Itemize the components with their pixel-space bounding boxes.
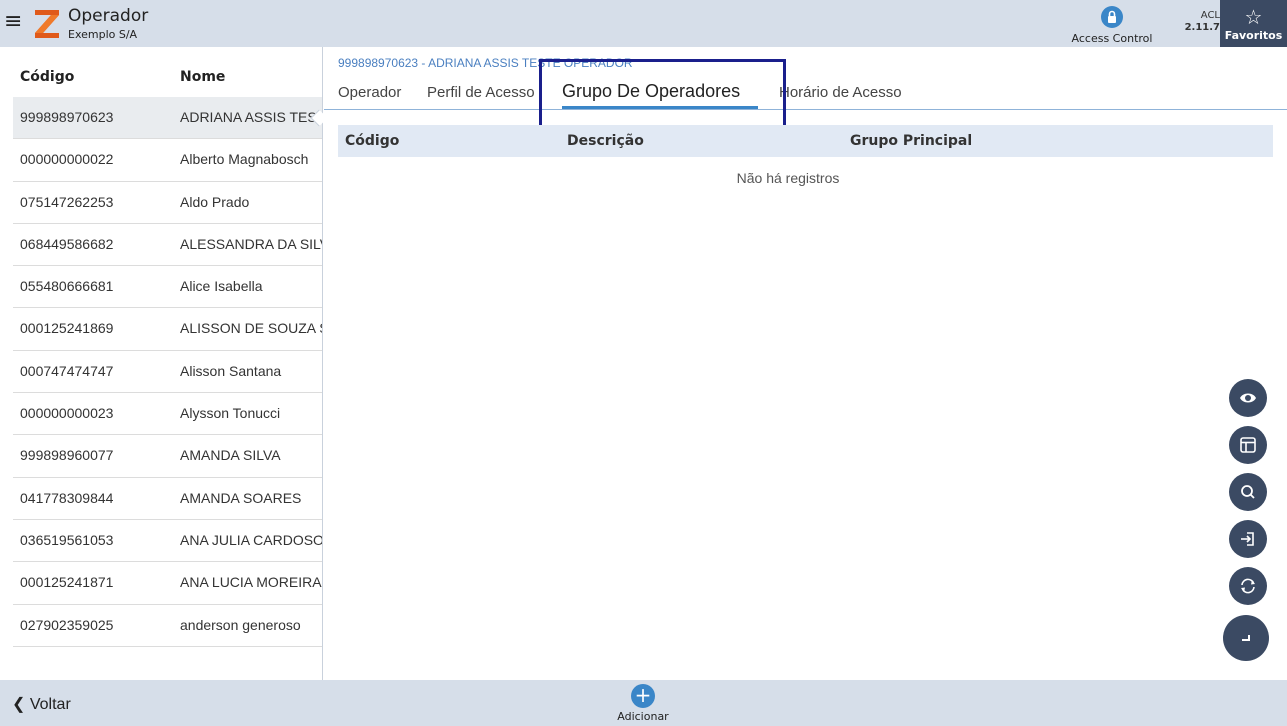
company-name: Exemplo S/A <box>68 28 138 41</box>
item-code: 036519561053 <box>20 531 114 548</box>
lock-icon <box>1101 6 1123 28</box>
item-code: 000747474747 <box>20 362 114 379</box>
list-item[interactable]: 000747474747 Alisson Santana <box>13 351 322 394</box>
corner-icon <box>1242 635 1250 641</box>
item-code: 999898960077 <box>20 447 114 464</box>
layout-button[interactable] <box>1229 426 1267 464</box>
item-name: Alice Isabella <box>180 278 263 295</box>
column-header-name[interactable]: Nome <box>180 69 225 85</box>
item-code: 000125241869 <box>20 320 114 337</box>
item-name: Alisson Santana <box>180 362 282 379</box>
back-button[interactable]: ❮ Voltar <box>12 694 71 714</box>
item-name: ALISSON DE SOUZA SANTOS <box>180 320 322 337</box>
item-name: AMANDA SOARES <box>180 489 302 506</box>
list-header: Código Nome <box>0 57 322 97</box>
list-item[interactable]: 041778309844 AMANDA SOARES <box>13 478 322 520</box>
empty-message: Não há registros <box>736 170 840 186</box>
list-item[interactable]: 068449586682 ALESSANDRA DA SILVA <box>13 224 323 267</box>
refresh-icon <box>1241 578 1255 594</box>
back-label: Voltar <box>29 696 71 713</box>
access-control-label: Access Control <box>1071 32 1153 45</box>
hamburger-menu-icon[interactable]: ≡ <box>4 11 22 33</box>
list-item[interactable]: 075147262253 Aldo Prado <box>13 182 322 224</box>
list-item[interactable]: 999898960077 AMANDA SILVA <box>13 435 322 478</box>
item-name: AMANDA SILVA <box>180 447 281 464</box>
list-item[interactable]: 999898970623 ADRIANA ASSIS TESTE OPERADOR <box>13 97 322 140</box>
add-button[interactable]: + Adicionar <box>612 684 674 724</box>
item-name: Alysson Tonucci <box>180 405 281 422</box>
plus-icon: + <box>631 684 655 708</box>
chevron-left-icon: ❮ <box>12 696 26 713</box>
item-code: 055480666681 <box>20 278 114 295</box>
item-name: ANA JULIA CARDOSO <box>180 531 323 548</box>
version-info: ACL 2.11.7 <box>1172 10 1220 34</box>
tab-bar: Operador Perfil de Acesso Grupo De Opera… <box>324 80 1287 110</box>
item-code: 068449586682 <box>20 235 114 252</box>
eye-icon <box>1240 393 1256 403</box>
favorites-label: Favoritos <box>1224 29 1283 42</box>
grid-header: Código Descrição Grupo Principal <box>338 125 1273 157</box>
search-icon <box>1241 485 1255 499</box>
item-name: Alberto Magnabosch <box>180 151 309 168</box>
app-logo <box>35 10 59 38</box>
item-code: 000125241871 <box>20 574 114 591</box>
list-item[interactable]: 036519561053 ANA JULIA CARDOSO <box>13 520 323 563</box>
refresh-button[interactable] <box>1229 567 1267 605</box>
list-item[interactable]: 027902359025 anderson generoso <box>13 605 322 647</box>
column-header-code[interactable]: Código <box>20 69 74 85</box>
item-name: Aldo Prado <box>180 193 250 210</box>
list-item[interactable]: 000000000023 Alysson Tonucci <box>13 393 322 436</box>
tab-perfil-de-acesso[interactable]: Perfil de Acesso <box>427 84 535 101</box>
column-header-descricao[interactable]: Descrição <box>567 133 644 149</box>
export-icon <box>1241 532 1254 546</box>
access-control-button[interactable]: Access Control <box>1068 6 1156 45</box>
tab-horario-de-acesso[interactable]: Horário de Acesso <box>779 84 902 101</box>
bottom-bar: ❮ Voltar + Adicionar <box>0 680 1287 726</box>
column-header-grupo-principal[interactable]: Grupo Principal <box>850 133 972 149</box>
view-button[interactable] <box>1229 379 1267 417</box>
item-code: 000000000022 <box>20 151 114 168</box>
menu-fab-button[interactable] <box>1223 615 1269 661</box>
item-name: anderson generoso <box>180 616 301 633</box>
list-item[interactable]: 000125241869 ALISSON DE SOUZA SANTOS <box>13 308 322 351</box>
item-code: 027902359025 <box>20 616 114 633</box>
search-button[interactable] <box>1229 473 1267 511</box>
version-app: ACL <box>1200 10 1220 21</box>
list-item[interactable]: 055480666681 Alice Isabella <box>13 266 322 309</box>
tab-operador[interactable]: Operador <box>338 84 401 101</box>
export-button[interactable] <box>1229 520 1267 558</box>
operator-list: 999898970623 ADRIANA ASSIS TESTE OPERADOR… <box>13 97 323 647</box>
page-title: Operador <box>68 6 149 26</box>
list-item[interactable]: 000125241871 ANA LUCIA MOREIRA <box>13 562 322 605</box>
item-code: 000000000023 <box>20 405 114 422</box>
list-item[interactable]: 000000000022 Alberto Magnabosch <box>13 139 322 182</box>
version-number: 2.11.7 <box>1184 22 1220 33</box>
item-code: 075147262253 <box>20 193 114 210</box>
operator-list-panel: Código Nome 999898970623 ADRIANA ASSIS TE… <box>0 47 323 680</box>
item-name: ADRIANA ASSIS TESTE OPERADOR <box>180 109 322 125</box>
item-code: 041778309844 <box>20 489 114 506</box>
top-bar: ≡ Operador Exemplo S/A Access Control AC… <box>0 0 1287 47</box>
column-header-codigo[interactable]: Código <box>345 133 399 149</box>
add-label: Adicionar <box>617 710 669 723</box>
layout-icon <box>1240 437 1256 453</box>
item-code: 999898970623 <box>20 109 114 125</box>
star-icon: ☆ <box>1244 5 1263 29</box>
highlight-box <box>539 59 786 131</box>
item-name: ANA LUCIA MOREIRA <box>180 574 322 591</box>
favorites-button[interactable]: ☆ Favoritos <box>1220 0 1287 47</box>
item-name: ALESSANDRA DA SILVA <box>180 235 323 252</box>
